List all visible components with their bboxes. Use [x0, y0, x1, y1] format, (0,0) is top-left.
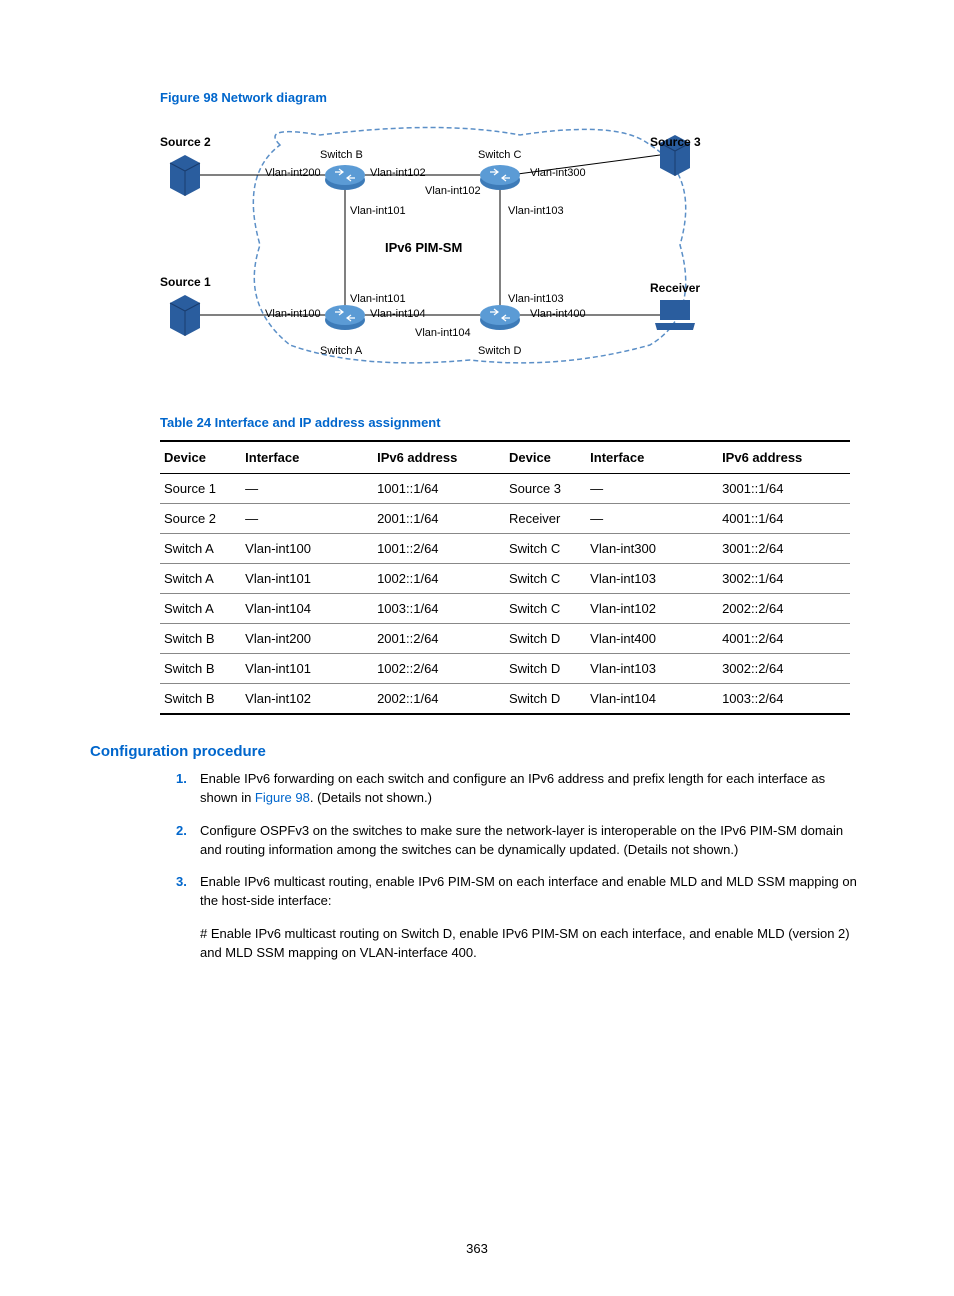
- table-cell: —: [241, 474, 373, 504]
- table-cell: 2002::1/64: [373, 684, 505, 715]
- iface-b102: Vlan-int102: [370, 167, 426, 179]
- iface-a104: Vlan-int104: [370, 308, 426, 320]
- section-title: Configuration procedure: [90, 743, 864, 760]
- iface-d103: Vlan-int103: [508, 293, 564, 305]
- table-cell: Switch B: [160, 684, 241, 715]
- table-cell: Switch B: [160, 624, 241, 654]
- table-cell: 3002::2/64: [718, 654, 850, 684]
- label-switchA: Switch A: [320, 345, 362, 357]
- label-switchB: Switch B: [320, 149, 363, 161]
- table-cell: 2001::2/64: [373, 624, 505, 654]
- th-device2: Device: [505, 441, 586, 474]
- table-row: Source 2—2001::1/64Receiver—4001::1/64: [160, 504, 850, 534]
- table-cell: Vlan-int200: [241, 624, 373, 654]
- address-table: Device Interface IPv6 address Device Int…: [160, 440, 850, 715]
- table-cell: 1003::1/64: [373, 594, 505, 624]
- table-cell: 3001::1/64: [718, 474, 850, 504]
- table-cell: 1002::1/64: [373, 564, 505, 594]
- step3-detail: # Enable IPv6 multicast routing on Switc…: [200, 925, 864, 963]
- table-cell: 1002::2/64: [373, 654, 505, 684]
- table-cell: Switch D: [505, 624, 586, 654]
- table-cell: Vlan-int102: [241, 684, 373, 715]
- th-interface2: Interface: [586, 441, 718, 474]
- table-cell: 3001::2/64: [718, 534, 850, 564]
- table-cell: 2002::2/64: [718, 594, 850, 624]
- table-cell: 4001::1/64: [718, 504, 850, 534]
- table-row: Switch BVlan-int1022002::1/64Switch DVla…: [160, 684, 850, 715]
- table-cell: Source 3: [505, 474, 586, 504]
- step-1: Enable IPv6 forwarding on each switch an…: [200, 770, 864, 808]
- iface-a104b: Vlan-int104: [415, 327, 471, 339]
- step-3: Enable IPv6 multicast routing, enable IP…: [200, 873, 864, 911]
- table-cell: Receiver: [505, 504, 586, 534]
- table-cell: Vlan-int100: [241, 534, 373, 564]
- th-interface1: Interface: [241, 441, 373, 474]
- label-source3: Source 3: [650, 135, 701, 149]
- table-cell: Switch C: [505, 564, 586, 594]
- iface-b200: Vlan-int200: [265, 167, 321, 179]
- iface-d400: Vlan-int400: [530, 308, 586, 320]
- iface-b101: Vlan-int101: [350, 205, 406, 217]
- table-row: Switch AVlan-int1011002::1/64Switch CVla…: [160, 564, 850, 594]
- table-cell: Switch C: [505, 534, 586, 564]
- network-diagram: Source 2 Source 3 Source 1 Receiver Swit…: [160, 115, 780, 375]
- label-switchD: Switch D: [478, 345, 521, 357]
- table-cell: Vlan-int400: [586, 624, 718, 654]
- figure-caption: Figure 98 Network diagram: [160, 90, 864, 105]
- figure-ref[interactable]: Figure 98: [255, 790, 310, 805]
- table-cell: 3002::1/64: [718, 564, 850, 594]
- table-cell: Switch B: [160, 654, 241, 684]
- th-addr2: IPv6 address: [718, 441, 850, 474]
- iface-c103: Vlan-int103: [508, 205, 564, 217]
- table-cell: Switch C: [505, 594, 586, 624]
- table-cell: Vlan-int101: [241, 654, 373, 684]
- iface-c102: Vlan-int102: [425, 185, 481, 197]
- table-cell: Vlan-int102: [586, 594, 718, 624]
- table-cell: Switch A: [160, 564, 241, 594]
- table-cell: 1001::1/64: [373, 474, 505, 504]
- table-row: Switch AVlan-int1041003::1/64Switch CVla…: [160, 594, 850, 624]
- table-row: Switch AVlan-int1001001::2/64Switch CVla…: [160, 534, 850, 564]
- iface-c300: Vlan-int300: [530, 167, 586, 179]
- table-cell: Vlan-int300: [586, 534, 718, 564]
- table-row: Switch BVlan-int1011002::2/64Switch DVla…: [160, 654, 850, 684]
- label-source1: Source 1: [160, 275, 211, 289]
- table-cell: 1003::2/64: [718, 684, 850, 715]
- table-cell: 1001::2/64: [373, 534, 505, 564]
- table-cell: Vlan-int103: [586, 564, 718, 594]
- table-cell: Vlan-int101: [241, 564, 373, 594]
- step-2: Configure OSPFv3 on the switches to make…: [200, 822, 864, 860]
- table-cell: Vlan-int104: [586, 684, 718, 715]
- step1-b: . (Details not shown.): [310, 790, 432, 805]
- table-row: Source 1—1001::1/64Source 3—3001::1/64: [160, 474, 850, 504]
- table-cell: —: [241, 504, 373, 534]
- table-caption: Table 24 Interface and IP address assign…: [160, 415, 864, 430]
- table-row: Switch BVlan-int2002001::2/64Switch DVla…: [160, 624, 850, 654]
- label-source2: Source 2: [160, 135, 211, 149]
- th-addr1: IPv6 address: [373, 441, 505, 474]
- table-cell: Vlan-int104: [241, 594, 373, 624]
- iface-a100: Vlan-int100: [265, 308, 321, 320]
- table-cell: Vlan-int103: [586, 654, 718, 684]
- table-cell: Source 2: [160, 504, 241, 534]
- table-cell: Switch A: [160, 534, 241, 564]
- th-device1: Device: [160, 441, 241, 474]
- table-cell: Source 1: [160, 474, 241, 504]
- table-cell: —: [586, 474, 718, 504]
- page-number: 363: [0, 1241, 954, 1256]
- label-receiver: Receiver: [650, 281, 700, 295]
- table-cell: Switch A: [160, 594, 241, 624]
- label-switchC: Switch C: [478, 149, 521, 161]
- table-cell: Switch D: [505, 654, 586, 684]
- label-pimsm: IPv6 PIM-SM: [385, 240, 462, 255]
- table-cell: 4001::2/64: [718, 624, 850, 654]
- table-cell: 2001::1/64: [373, 504, 505, 534]
- iface-a101: Vlan-int101: [350, 293, 406, 305]
- table-cell: Switch D: [505, 684, 586, 715]
- table-cell: —: [586, 504, 718, 534]
